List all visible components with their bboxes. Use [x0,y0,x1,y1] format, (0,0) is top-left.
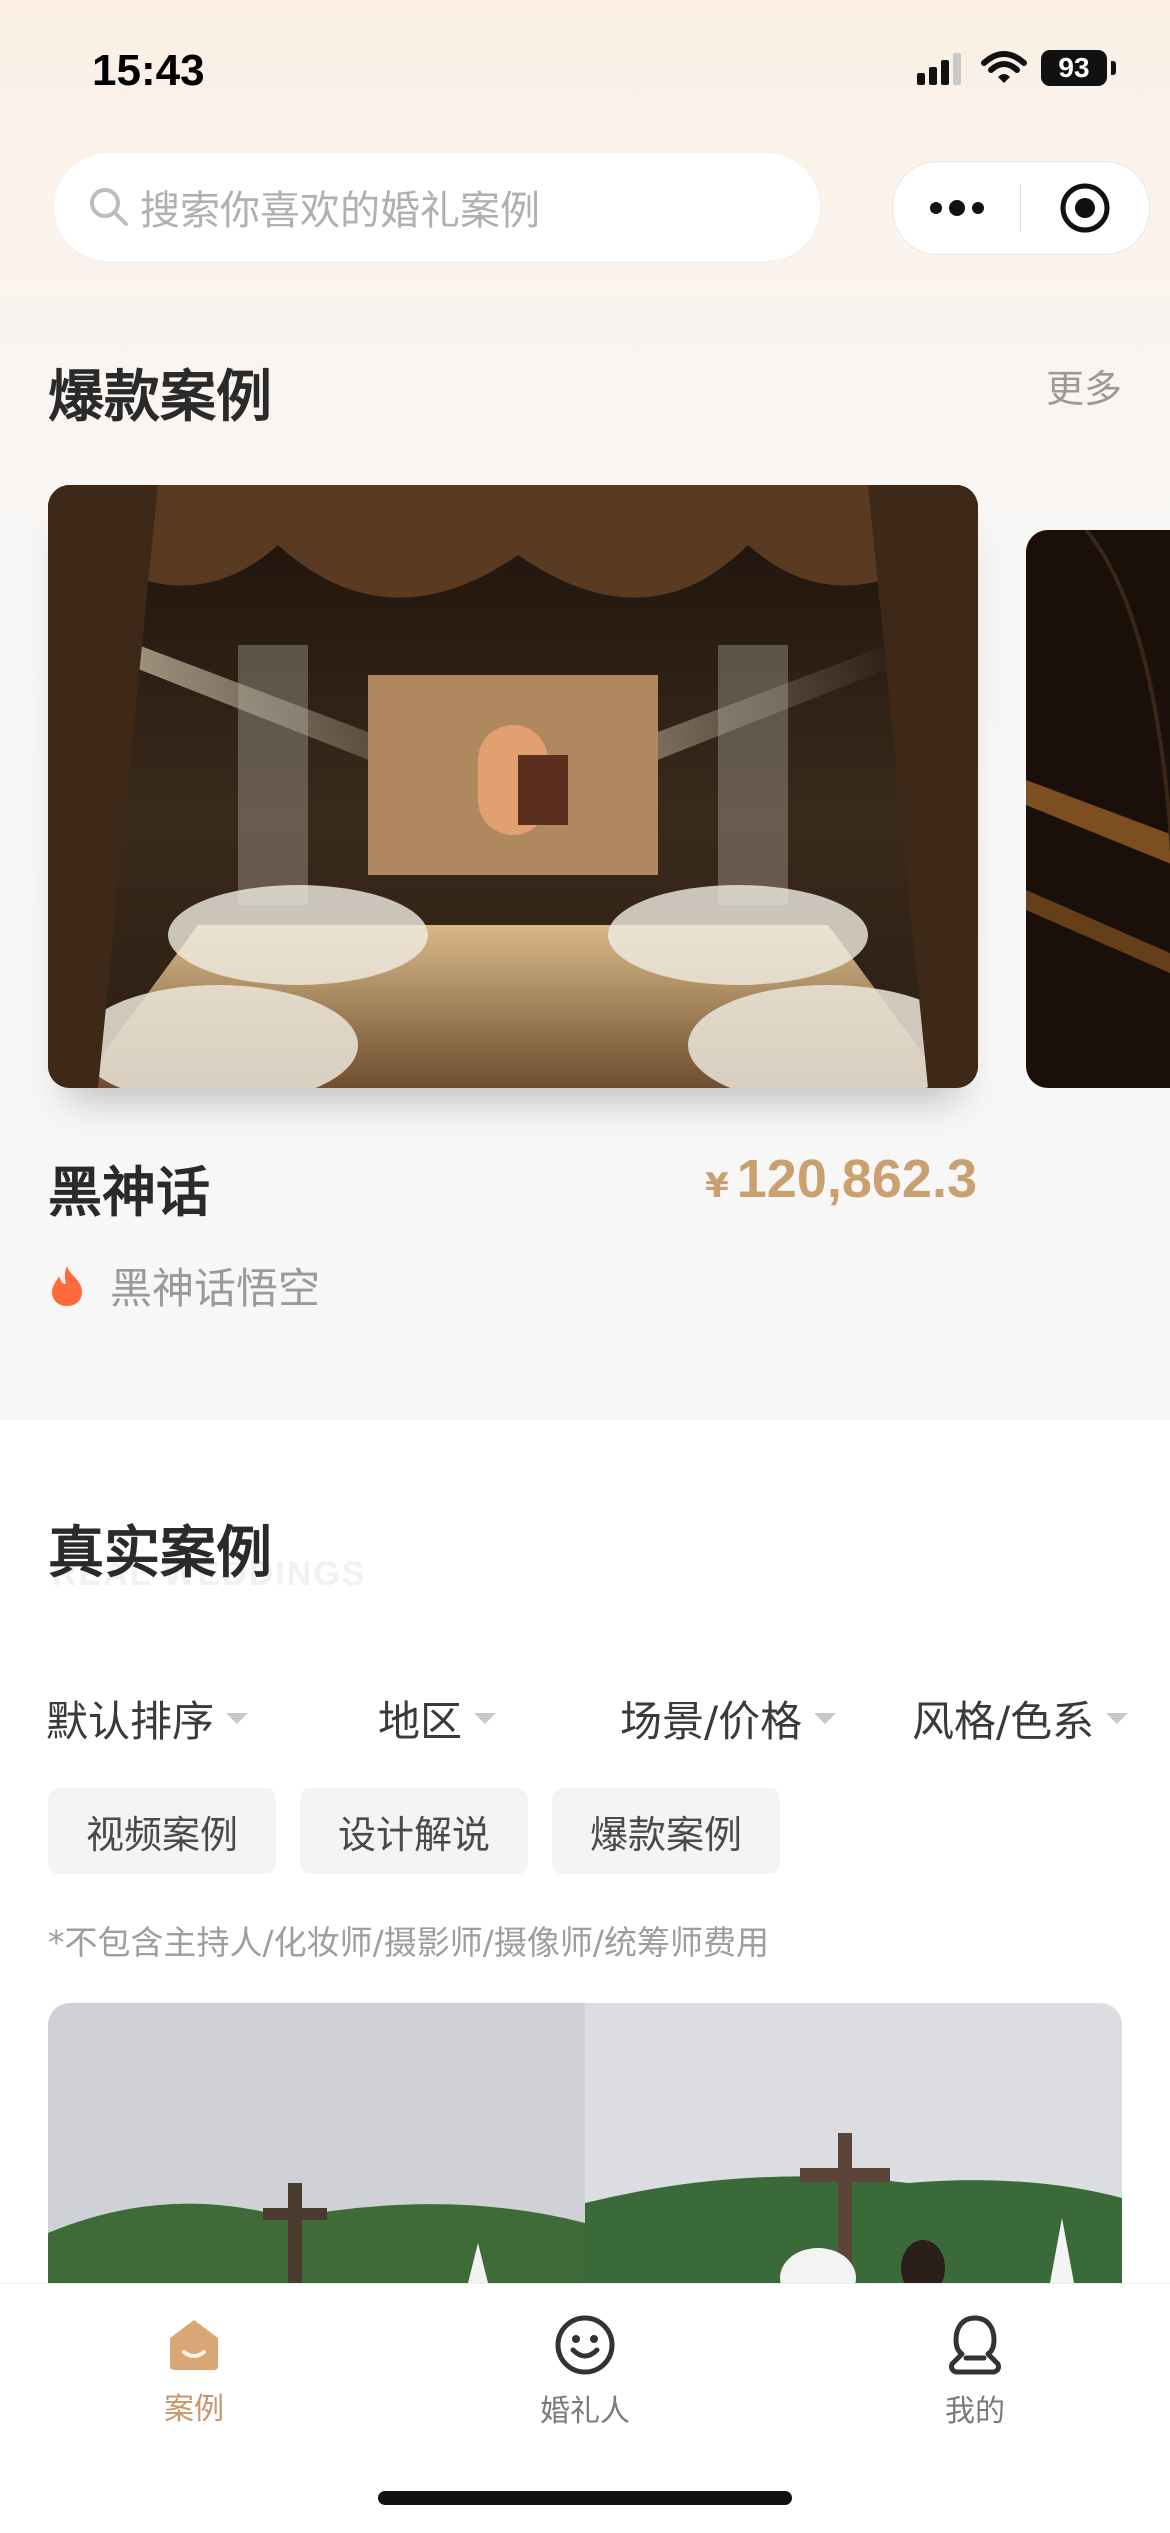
filter-style-color[interactable]: 风格/色系 [912,1688,1129,1749]
filter-label: 默认排序 [46,1697,215,1746]
wedding-stage-photo [48,485,978,1088]
smiley-icon [555,2315,615,2375]
chip-design-explain[interactable]: 设计解说 [300,1788,528,1874]
miniprogram-capsule [892,161,1150,255]
search-placeholder: 搜索你喜欢的婚礼案例 [140,188,540,234]
chip-video-cases[interactable]: 视频案例 [48,1788,276,1874]
tab-label: 案例 [164,2392,224,2427]
caret-down-icon [814,1713,837,1724]
search-icon [90,188,128,226]
more-button[interactable] [893,162,1020,254]
filter-label: 场景/价格 [620,1697,803,1746]
hot-case-tag: 黑神话悟空 [48,1255,320,1316]
profile-icon [949,2315,1001,2375]
tab-mine[interactable]: 我的 [875,2314,1075,2430]
hot-case-name: 黑神话 [48,1161,210,1224]
flame-icon [52,1265,82,1306]
status-time: 15:43 [92,46,205,95]
filter-label: 风格/色系 [912,1697,1095,1746]
real-section-title: 真实案例 [48,1521,272,1586]
tab-label: 我的 [945,2394,1005,2429]
caret-down-icon [226,1713,249,1724]
tag-text: 黑神话悟空 [110,1264,321,1313]
next-case-photo [1026,530,1170,1088]
search-bar[interactable]: 搜索你喜欢的婚礼案例 [54,153,820,261]
currency-symbol: ¥ [705,1166,729,1206]
battery-level: 93 [1041,50,1107,86]
tab-cases[interactable]: 案例 [94,2314,294,2428]
hot-case-price: ¥ 120,862.3 [705,1148,977,1210]
price-value: 120,862.3 [736,1149,977,1209]
chip-hot-cases[interactable]: 爆款案例 [552,1788,780,1874]
battery-cap [1111,61,1116,75]
tab-wedding-people[interactable]: 婚礼人 [485,2314,685,2430]
filter-label: 地区 [378,1697,463,1746]
hot-case-card-image[interactable] [48,485,978,1088]
caret-down-icon [1106,1713,1129,1724]
hot-section-title: 爆款案例 [48,365,272,430]
cellular-signal-icon [917,53,961,85]
home-indicator[interactable] [378,2491,792,2505]
filter-region[interactable]: 地区 [378,1688,497,1749]
home-icon [170,2320,218,2370]
real-case-card-image[interactable] [48,2003,1122,2283]
status-icons: 93 [917,50,1116,86]
more-link[interactable]: 更多 [1046,358,1122,413]
tab-label: 婚礼人 [540,2394,630,2429]
wifi-icon [981,51,1027,83]
hot-case-card-next-image[interactable] [1026,530,1170,1088]
filter-scene-price[interactable]: 场景/价格 [620,1688,837,1749]
status-bar: 15:43 93 [0,0,1170,140]
caret-down-icon [474,1713,497,1724]
filter-sort[interactable]: 默认排序 [46,1688,249,1749]
target-circle-icon [1060,183,1109,233]
more-dots-icon [929,200,984,216]
outdoor-wedding-photo [48,2003,1122,2283]
close-miniprogram-button[interactable] [1021,162,1148,254]
fee-disclaimer: *不包含主持人/化妆师/摄影师/摄像师/统筹师费用 [48,1923,769,1962]
